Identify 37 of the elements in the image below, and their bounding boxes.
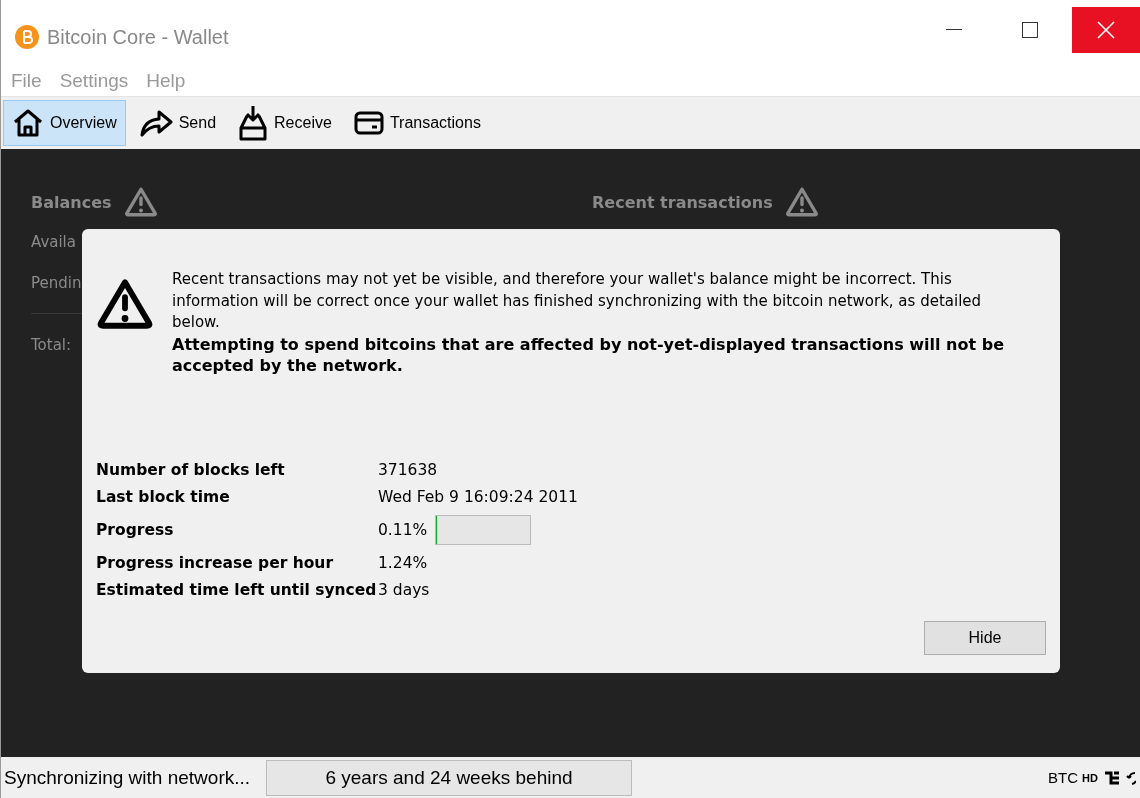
field-label: Number of blocks left: [96, 460, 286, 479]
info-message: Recent transactions may not yet be visible, and therefore your wallet's balance might be incorrect. This information will be correct once your wallet has finished synchronizing with the bitcoin network, as detailed below.: [172, 269, 983, 333]
maximize-icon[interactable]: [1022, 22, 1038, 38]
unit-label[interactable]: BTC: [1048, 769, 1079, 786]
section-title: Balances: [31, 192, 112, 212]
balance-label: Availa: [31, 233, 76, 251]
warning-icon: [123, 185, 158, 219]
inbox-icon: [238, 104, 269, 142]
section-title: Recent transactions: [592, 192, 773, 212]
warning-message: Attempting to spend bitcoins that are affected by not-yet-displayed transactions will not be accepted by the network.: [172, 333, 1006, 377]
field-value: Wed Feb 9 16:09:24 2011: [378, 487, 578, 506]
field-label: Estimated time left until synced: [96, 580, 378, 599]
field-value: 371638: [378, 460, 438, 479]
window-title: Bitcoin Core - Wallet: [47, 25, 230, 49]
bitcoin-logo-icon: [15, 25, 39, 49]
balance-label: Pendin: [31, 274, 82, 292]
arrow-icon: [138, 108, 173, 138]
minimize-icon[interactable]: [946, 29, 962, 31]
home-icon: [12, 107, 44, 139]
status-text: Synchronizing with network...: [3, 766, 252, 789]
card-icon: [353, 111, 384, 135]
hd-label: HD: [1082, 771, 1098, 784]
field-label: Last block time: [96, 487, 231, 506]
toolbar-tab[interactable]: Overview: [3, 100, 126, 146]
close-icon: [1097, 21, 1115, 39]
field-value: 3 days: [378, 580, 430, 599]
field-label: Progress: [96, 520, 175, 539]
status-panel: 6 years and 24 weeks behind: [266, 759, 632, 796]
toolbar-tab[interactable]: Transactions: [344, 100, 490, 146]
warning-icon: [784, 185, 819, 219]
field-value: 1.24%: [378, 553, 428, 572]
balance-label: Total:: [31, 336, 72, 354]
toolbar-tab[interactable]: Send: [129, 100, 226, 146]
field-value: 0.11%: [378, 520, 428, 539]
toolbar-tab[interactable]: Receive: [229, 100, 341, 146]
field-label: Progress increase per hour: [96, 553, 335, 572]
hide-button[interactable]: Hide: [924, 621, 1046, 655]
